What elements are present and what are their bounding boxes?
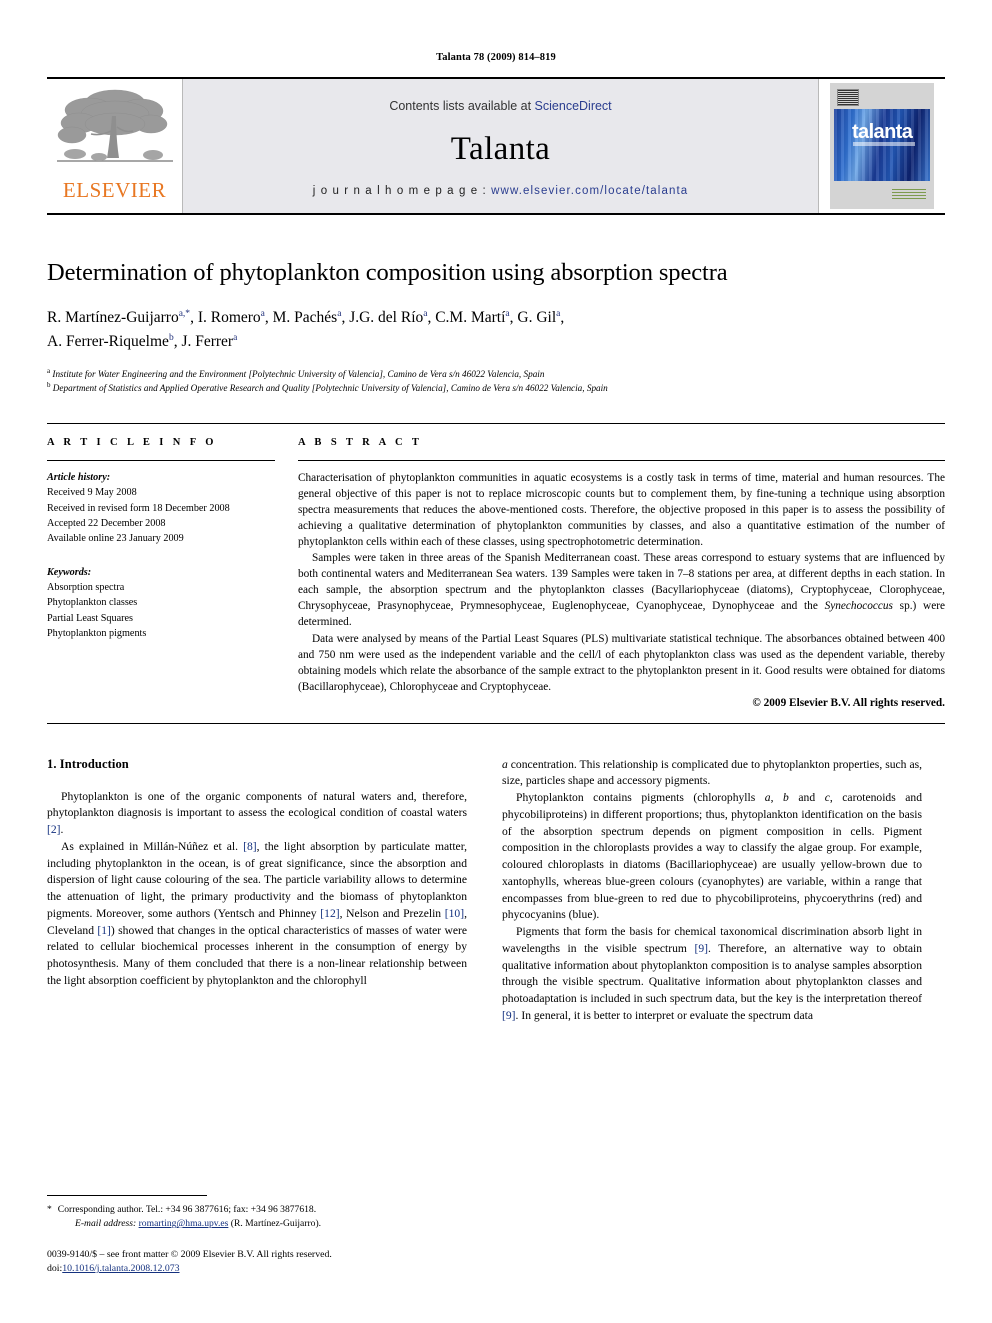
- homepage-url-link[interactable]: www.elsevier.com/locate/talanta: [491, 185, 688, 197]
- abstract-bottom-rule: [47, 722, 945, 724]
- body-paragraph: a concentration. This relationship is co…: [502, 757, 922, 788]
- journal-cover-image: talanta: [830, 83, 934, 209]
- page-title: Determination of phytoplankton compositi…: [47, 259, 728, 286]
- publisher-logo-block: ELSEVIER: [47, 79, 183, 213]
- corresponding-author-marker: *: [47, 1203, 52, 1215]
- doi-label: doi:: [47, 1263, 63, 1275]
- history-item: Accepted 22 December 2008: [47, 518, 166, 530]
- affiliation-b-text: Department of Statistics and Applied Ope…: [52, 383, 608, 394]
- left-column-text: Phytoplankton is one of the organic comp…: [47, 789, 467, 990]
- article-info-column: A R T I C L E I N F O Article history: R…: [47, 437, 275, 708]
- body-paragraph: As explained in Millán-Núñez et al. [8],…: [47, 839, 467, 987]
- history-item: Received 9 May 2008: [47, 487, 137, 499]
- article-history-group: Article history: Received 9 May 2008 Rec…: [47, 470, 275, 546]
- body-column-right: a concentration. This relationship is co…: [502, 757, 922, 1025]
- corresponding-author-note: * Corresponding author. Tel.: +34 96 3877…: [47, 1203, 467, 1232]
- history-item: Received in revised form 18 December 200…: [47, 502, 230, 514]
- keyword-item: Absorption spectra: [47, 581, 125, 593]
- cover-footer-mark: [892, 189, 926, 201]
- footnote-region: * Corresponding author. Tel.: +34 96 3877…: [47, 1194, 467, 1277]
- author-email-link[interactable]: romarting@hma.upv.es: [139, 1218, 229, 1229]
- abstract-paragraph: Data were analysed by means of the Parti…: [298, 632, 945, 693]
- contents-prefix: Contents lists available at: [389, 99, 535, 113]
- section-heading-introduction: 1. Introduction: [47, 756, 129, 771]
- cover-barcode-mark: [837, 89, 859, 106]
- body-paragraph: Phytoplankton is one of the organic comp…: [47, 789, 467, 837]
- sciencedirect-link[interactable]: ScienceDirect: [535, 99, 612, 113]
- abstract-paragraph: Samples were taken in three areas of the…: [298, 552, 945, 629]
- journal-homepage-line: j o u r n a l h o m e p a g e : www.else…: [313, 185, 688, 197]
- running-head: Talanta 78 (2009) 814–819: [436, 52, 556, 63]
- history-item: Available online 23 January 2009: [47, 533, 184, 545]
- email-label: E-mail address:: [75, 1218, 137, 1230]
- abstract-column: A B S T R A C T Characterisation of phyt…: [298, 437, 945, 709]
- homepage-prefix: j o u r n a l h o m e p a g e :: [312, 185, 492, 197]
- article-info-rule: [47, 460, 275, 462]
- article-history-label: Article history:: [47, 472, 111, 484]
- abstract-rule: [298, 460, 945, 462]
- abstract-paragraph: Characterisation of phytoplankton commun…: [298, 472, 945, 549]
- doi-line: doi:10.1016/j.talanta.2008.12.073: [47, 1262, 467, 1277]
- keywords-label: Keywords:: [47, 566, 92, 578]
- affiliation-a-text: Institute for Water Engineering and the …: [52, 369, 545, 379]
- keywords-group: Keywords: Absorption spectra Phytoplankt…: [47, 565, 275, 641]
- affiliation-marker-b: b: [47, 381, 51, 390]
- body-columns: 1. Introduction Phytoplankton is one of …: [47, 757, 945, 1025]
- article-info-heading: A R T I C L E I N F O: [47, 437, 217, 449]
- imprint-block: 0039-9140/$ – see front matter © 2009 El…: [47, 1248, 467, 1277]
- copyright-line: © 2009 Elsevier B.V. All rights reserved…: [752, 696, 945, 709]
- contents-available-line: Contents lists available at ScienceDirec…: [389, 99, 611, 113]
- title-block: Determination of phytoplankton compositi…: [47, 259, 945, 395]
- issn-copyright-line: 0039-9140/$ – see front matter © 2009 El…: [47, 1248, 332, 1260]
- masthead-center: Contents lists available at ScienceDirec…: [183, 79, 818, 213]
- journal-cover-block: talanta: [818, 79, 945, 213]
- affiliation-b: b Department of Statistics and Applied O…: [47, 381, 945, 395]
- keyword-item: Phytoplankton classes: [47, 597, 138, 609]
- corresponding-author-text: Corresponding author. Tel.: +34 96 38776…: [57, 1203, 317, 1215]
- right-column-text: a concentration. This relationship is co…: [502, 757, 922, 1025]
- keyword-item: Phytoplankton pigments: [47, 627, 147, 639]
- abstract-heading: A B S T R A C T: [298, 437, 423, 449]
- author-line-2: A. Ferrer-Riquelmeb, J. Ferrera: [47, 332, 238, 350]
- body-paragraph: Phytoplankton contains pigments (chlorop…: [502, 791, 923, 922]
- cover-journal-title: talanta: [852, 121, 913, 143]
- body-column-left: 1. Introduction Phytoplankton is one of …: [47, 757, 467, 1025]
- cover-subtitle-bar: [853, 142, 915, 146]
- affiliation-a: a Institute for Water Engineering and th…: [47, 367, 945, 381]
- email-owner: (R. Martínez-Guijarro).: [230, 1218, 322, 1230]
- footnote-rule: [47, 1194, 207, 1196]
- elsevier-wordmark: ELSEVIER: [62, 178, 167, 202]
- info-abstract-region: A R T I C L E I N F O Article history: R…: [47, 423, 945, 709]
- affiliation-marker-a: a: [47, 366, 51, 375]
- body-paragraph: Pigments that form the basis for chemica…: [502, 925, 922, 1022]
- article-page: Talanta 78 (2009) 814–819 ELSEVIER Conte…: [0, 0, 992, 1323]
- author-line-1: R. Martínez-Guijarroa,*, I. Romeroa, M. …: [47, 308, 565, 326]
- journal-masthead: ELSEVIER Contents lists available at Sci…: [47, 77, 945, 215]
- keyword-item: Partial Least Squares: [47, 612, 134, 624]
- abstract-body: Characterisation of phytoplankton commun…: [298, 470, 945, 694]
- journal-title: Talanta: [450, 131, 551, 167]
- elsevier-tree-icon: [56, 89, 173, 162]
- doi-link[interactable]: 10.1016/j.talanta.2008.12.073: [62, 1263, 179, 1274]
- author-list: R. Martínez-Guijarroa,*, I. Romeroa, M. …: [47, 306, 945, 354]
